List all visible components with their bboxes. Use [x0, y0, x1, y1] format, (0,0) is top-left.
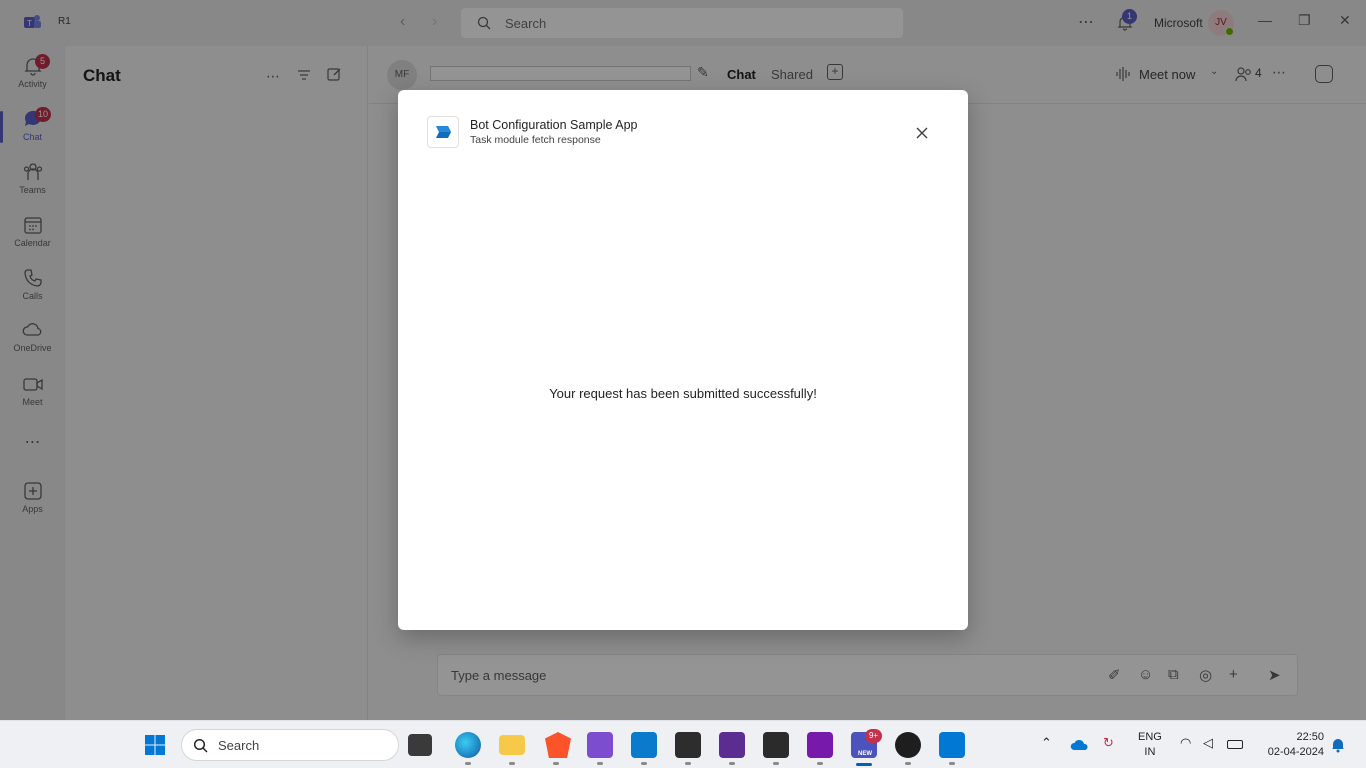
task-module-dialog: Bot Configuration Sample App Task module… [398, 90, 968, 630]
teams-new-label: NEW [858, 751, 872, 757]
video-app-icon[interactable] [939, 732, 965, 758]
running-indicator [949, 762, 955, 765]
dialog-app-name: Bot Configuration Sample App [470, 118, 638, 132]
clock-date: 02-04-2024 [1267, 746, 1324, 758]
language-code: ENG [1138, 731, 1162, 743]
running-indicator [553, 762, 559, 765]
running-indicator [597, 762, 603, 765]
clock[interactable]: 22:50 02-04-2024 [1258, 730, 1324, 760]
task-view-icon[interactable] [408, 734, 432, 756]
notification-center-icon[interactable] [1331, 737, 1345, 753]
vs-dev-icon[interactable] [719, 732, 745, 758]
running-indicator [465, 762, 471, 765]
screen-recorder-icon[interactable] [763, 732, 789, 758]
windows-taskbar: Search NEW 9+ ⌃ ↻ ENG IN ◠ ◁ 22:50 02-04… [0, 720, 1366, 768]
volume-icon[interactable]: ◁ [1203, 735, 1213, 751]
language-indicator[interactable]: ENG IN [1138, 730, 1162, 760]
taskbar-search-label: Search [218, 738, 260, 753]
taskbar-search[interactable]: Search [181, 729, 399, 761]
running-indicator [729, 762, 735, 765]
wifi-icon[interactable]: ◠ [1180, 735, 1191, 751]
dialog-subtitle: Task module fetch response [470, 134, 601, 146]
visual-studio-icon[interactable] [587, 732, 613, 758]
onedrive-tray-icon[interactable] [1070, 737, 1090, 751]
onenote-icon[interactable] [807, 732, 833, 758]
bot-app-icon [436, 126, 451, 138]
edge-browser-icon[interactable] [455, 732, 481, 758]
brave-browser-icon[interactable] [545, 732, 571, 758]
running-indicator [817, 762, 823, 765]
language-region: IN [1144, 746, 1156, 758]
media-player-icon[interactable] [895, 732, 921, 758]
success-message: Your request has been submitted successf… [549, 386, 817, 401]
running-indicator [641, 762, 647, 765]
running-indicator [905, 762, 911, 765]
close-icon[interactable] [912, 123, 932, 143]
windows-start-icon[interactable] [144, 734, 166, 756]
terminal-icon[interactable] [675, 732, 701, 758]
battery-icon[interactable] [1227, 740, 1243, 749]
app-icon [427, 116, 459, 148]
clock-time: 22:50 [1296, 731, 1324, 743]
vscode-icon[interactable] [631, 732, 657, 758]
running-indicator [773, 762, 779, 765]
teams-taskbar-badge: 9+ [865, 729, 882, 743]
running-indicator [685, 762, 691, 765]
file-explorer-icon[interactable] [499, 735, 525, 755]
search-icon [193, 738, 208, 753]
chevron-up-icon[interactable]: ⌃ [1041, 735, 1052, 751]
active-app-indicator [856, 763, 872, 766]
running-indicator [509, 762, 515, 765]
sync-icon[interactable]: ↻ [1103, 735, 1114, 751]
